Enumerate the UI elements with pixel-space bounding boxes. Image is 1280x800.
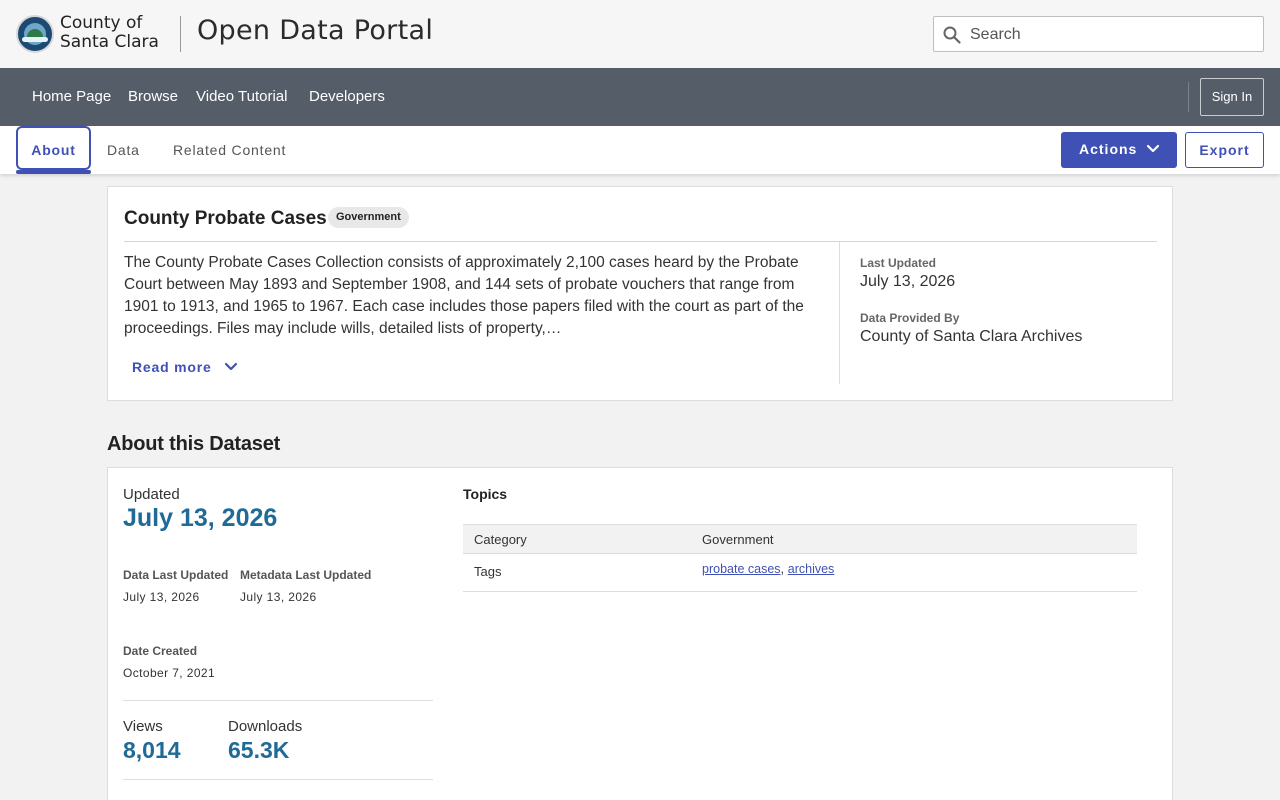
actions-label: Actions (1079, 141, 1138, 157)
tab-related-content[interactable]: Related Content (173, 126, 286, 174)
sign-in-button[interactable]: Sign In (1200, 78, 1264, 116)
data-last-updated-value: July 13, 2026 (123, 590, 200, 604)
updated-value: July 13, 2026 (123, 504, 278, 532)
data-provided-by-value: County of Santa Clara Archives (860, 328, 1083, 345)
logo-divider (180, 16, 181, 52)
category-label: Category (474, 532, 527, 547)
divider (123, 700, 433, 701)
tags-list: probate cases, archives (702, 561, 834, 576)
tag-separator: , (780, 561, 788, 576)
updated-label: Updated (123, 486, 180, 503)
date-created-value: October 7, 2021 (123, 666, 216, 680)
nav-separator (1188, 82, 1189, 112)
views-value: 8,014 (123, 737, 181, 763)
logo-line2: Santa Clara (60, 32, 159, 52)
read-more-button[interactable]: Read more (132, 359, 238, 375)
last-updated-label: Last Updated (860, 256, 937, 270)
tab-about[interactable]: About (16, 126, 91, 170)
active-tab-indicator (16, 170, 91, 174)
main-nav: Home Page Browse Video Tutorial Develope… (0, 68, 1280, 126)
metadata-last-updated-value: July 13, 2026 (240, 590, 317, 604)
logo-line1: County of (60, 13, 143, 33)
about-dataset-heading: About this Dataset (107, 433, 281, 455)
tag-link-probate-cases[interactable]: probate cases (702, 562, 781, 576)
divider (123, 779, 433, 780)
about-dataset-card: Updated July 13, 2026 Data Last Updated … (107, 467, 1173, 800)
dataset-tab-bar: About Data Related Content Actions Expor… (0, 126, 1280, 174)
views-label: Views (123, 718, 163, 735)
downloads-label: Downloads (228, 718, 303, 735)
dataset-summary-card: County Probate Cases Government The Coun… (107, 186, 1173, 401)
dataset-description: The County Probate Cases Collection cons… (124, 254, 804, 337)
data-last-updated-label: Data Last Updated (123, 568, 229, 582)
data-provided-by-label: Data Provided By (860, 311, 960, 325)
search-box[interactable] (933, 16, 1264, 52)
tag-link-archives[interactable]: archives (788, 562, 835, 576)
vertical-divider (839, 242, 840, 384)
downloads-value: 65.3K (228, 737, 290, 763)
chevron-down-icon (224, 362, 238, 371)
search-input[interactable] (970, 23, 1255, 47)
nav-video-tutorial[interactable]: Video Tutorial (196, 88, 287, 105)
category-badge: Government (328, 207, 409, 228)
nav-developers[interactable]: Developers (309, 88, 385, 105)
topics-table: Category Government Tags probate cases, … (463, 524, 1137, 592)
county-seal-logo[interactable] (16, 15, 54, 53)
nav-home-page[interactable]: Home Page (32, 88, 111, 105)
chevron-down-icon (1146, 144, 1160, 153)
date-created-label: Date Created (123, 644, 198, 658)
topics-title: Topics (463, 486, 508, 502)
tags-label: Tags (474, 564, 502, 579)
read-more-label: Read more (132, 359, 212, 375)
metadata-last-updated-label: Metadata Last Updated (240, 568, 372, 582)
table-row: Category Government (463, 524, 1137, 554)
dataset-title: County Probate Cases (124, 208, 327, 229)
category-value: Government (702, 532, 774, 547)
export-button[interactable]: Export (1185, 132, 1264, 168)
divider (124, 241, 1157, 242)
last-updated-value: July 13, 2026 (860, 273, 956, 290)
portal-title[interactable]: Open Data Portal (197, 15, 433, 46)
tab-data[interactable]: Data (107, 126, 140, 174)
site-header: County of Santa Clara Open Data Portal (0, 0, 1280, 68)
nav-browse[interactable]: Browse (128, 88, 178, 105)
search-icon (943, 26, 961, 44)
county-logo-text[interactable]: County of Santa Clara (60, 14, 159, 52)
actions-button[interactable]: Actions (1061, 132, 1177, 168)
table-row: Tags probate cases, archives (463, 554, 1137, 592)
